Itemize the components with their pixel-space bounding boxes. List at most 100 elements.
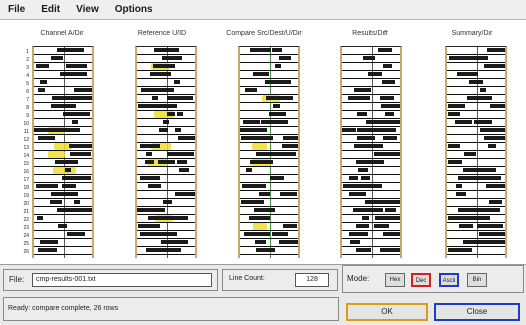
row-segment (36, 64, 49, 68)
column-row (447, 231, 505, 239)
row-segment (179, 240, 188, 244)
row-segment (383, 232, 400, 236)
column-row (342, 199, 400, 207)
column-row (137, 119, 195, 127)
row-segment (356, 160, 372, 164)
menu-options[interactable]: Options (113, 3, 155, 16)
row-segment (279, 240, 298, 244)
column-row (34, 151, 92, 159)
column-row (342, 127, 400, 135)
close-button[interactable]: Close (434, 303, 520, 321)
row-segment (384, 120, 400, 124)
row-number: 2 (26, 57, 29, 63)
column-row (137, 79, 195, 87)
column-row (447, 71, 505, 79)
column-row (137, 239, 195, 247)
dec-button[interactable]: Dec (411, 273, 431, 287)
column-row (34, 55, 92, 63)
data-column-2[interactable] (135, 46, 197, 258)
row-segment (40, 240, 58, 244)
row-segment (448, 216, 463, 220)
row-segment (361, 176, 370, 180)
row-segment (256, 248, 275, 252)
column-row (34, 215, 92, 223)
row-segment (269, 112, 279, 116)
row-segment (266, 96, 293, 100)
row-segment (265, 80, 291, 84)
row-segment (383, 64, 392, 68)
column-row (447, 159, 505, 167)
row-segment (39, 184, 46, 188)
mode-label: Mode: (347, 274, 370, 283)
column-row (342, 143, 400, 151)
menu-view[interactable]: View (74, 3, 101, 16)
column-row (34, 87, 92, 95)
row-segment (158, 160, 175, 164)
row-segment (448, 144, 460, 148)
data-column-5[interactable] (445, 46, 507, 258)
row-segment (351, 184, 367, 188)
data-column-3[interactable] (238, 46, 300, 258)
column-row (342, 223, 400, 231)
column-row (240, 183, 298, 191)
row-segment (72, 48, 83, 52)
column-row (240, 47, 298, 55)
row-segment (63, 112, 90, 116)
column-row (447, 119, 505, 127)
file-label: File: (9, 275, 25, 284)
row-segment (246, 168, 252, 172)
row-segment (253, 72, 269, 76)
column-row (342, 111, 400, 119)
column-header-5: Summary/Dir (451, 30, 493, 37)
row-segment (38, 128, 60, 132)
column-row (447, 151, 505, 159)
row-segment (44, 136, 52, 140)
row-number: 12 (23, 137, 29, 143)
column-row (447, 95, 505, 103)
row-segment (490, 104, 505, 108)
column-row (137, 95, 195, 103)
count-label: Line Count: (229, 275, 265, 282)
file-field[interactable]: cmp-results-001.txt (32, 273, 212, 287)
row-segment (146, 248, 153, 252)
row-segment (154, 48, 179, 52)
row-segment (385, 152, 400, 156)
row-segment (463, 240, 485, 244)
column-row (34, 79, 92, 87)
row-segment (368, 72, 382, 76)
row-segment (485, 208, 500, 212)
row-segment (378, 48, 392, 52)
menu-bar: File Edit View Options (0, 0, 526, 20)
row-segment (58, 224, 67, 228)
count-field[interactable]: 128 (295, 273, 329, 287)
column-row (137, 199, 195, 207)
column-row (137, 71, 195, 79)
row-segment (60, 72, 87, 76)
column-row (240, 135, 298, 143)
row-segment (470, 176, 497, 180)
ok-button[interactable]: OK (346, 303, 428, 321)
row-number: 6 (26, 89, 29, 95)
row-segment (163, 120, 169, 124)
data-column-1[interactable] (32, 46, 94, 258)
row-segment (146, 152, 152, 156)
row-number: 21 (23, 209, 29, 215)
row-segment (363, 56, 375, 60)
row-segment (459, 224, 473, 228)
menu-edit[interactable]: Edit (39, 3, 62, 16)
row-segment (69, 144, 82, 148)
row-number: 3 (26, 65, 29, 71)
row-number: 16 (23, 169, 29, 175)
ascii-button[interactable]: Ascii (439, 273, 459, 287)
bin-button[interactable]: Bin (467, 273, 487, 287)
data-column-4[interactable] (340, 46, 402, 258)
row-segment (57, 48, 65, 52)
column-row (137, 63, 195, 71)
column-row (137, 151, 195, 159)
row-segment (137, 208, 159, 212)
hex-button[interactable]: Hex (385, 273, 405, 287)
row-segment (177, 112, 183, 116)
row-segment (455, 120, 472, 124)
column-row (342, 167, 400, 175)
menu-file[interactable]: File (6, 3, 27, 16)
